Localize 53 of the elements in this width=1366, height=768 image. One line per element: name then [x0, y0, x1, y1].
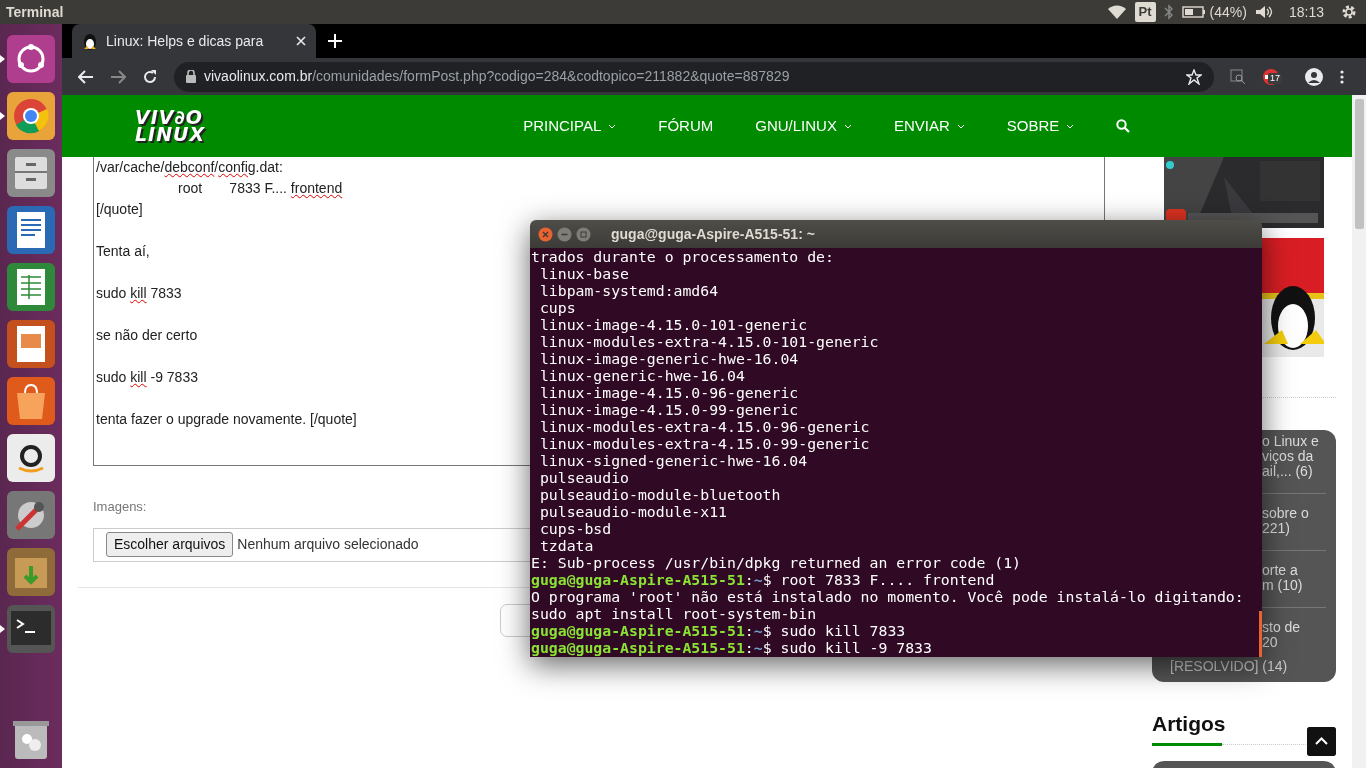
prompt-separator: : — [744, 639, 754, 656]
text-line: sudo kill -9 7833 — [96, 368, 198, 387]
output-line: linux-generic-hwe-16.04 — [538, 367, 745, 384]
command-text: sudo kill 7833 — [779, 622, 906, 639]
output-line: linux-modules-extra-4.15.0-99-generic — [538, 435, 870, 452]
output-line: linux-image-4.15.0-96-generic — [538, 384, 799, 401]
output-line: pulseaudio-module-bluetooth — [538, 486, 781, 503]
text-line: /var/cache/debconf/config.dat: — [96, 158, 283, 177]
command-text: sudo kill -9 7833 — [779, 639, 932, 656]
output-line: cups — [538, 299, 576, 316]
field-label: Imagens: — [93, 498, 147, 516]
output-line: sudo apt install root-system-bin — [531, 605, 817, 622]
prompt-separator: : — [744, 571, 754, 588]
prompt-separator: : — [744, 622, 754, 639]
prompt-user: guga@guga-Aspire-A515-51 — [531, 622, 745, 639]
output-line: pulseaudio — [538, 469, 629, 486]
prompt-path: ~ — [753, 639, 763, 656]
app-title: Terminal — [5, 2, 64, 22]
prompt-user: guga@guga-Aspire-A515-51 — [531, 639, 745, 656]
file-status: Nenhum arquivo selecionado — [237, 535, 419, 554]
output-line: linux-base — [538, 265, 629, 282]
prompt-sign: $ — [762, 639, 772, 656]
output-line: cups-bsd — [538, 520, 612, 537]
output-line: libpam-systemd:amd64 — [538, 282, 719, 299]
text-line: sudo kill 7833 — [96, 284, 182, 303]
prompt-path: ~ — [753, 622, 763, 639]
battery-percentage: (44%) — [1209, 2, 1247, 22]
text-line: root 7833 F.... frontend — [177, 179, 343, 198]
output-line: linux-image-4.15.0-101-generic — [538, 316, 808, 333]
text-line: [/quote] — [96, 200, 143, 219]
prompt-path: ~ — [753, 571, 763, 588]
text-line: tenta fazer o upgrade novamente. [/quote] — [96, 410, 357, 429]
output-line: E: Sub-process /usr/bin/dpkg returned an error code (1) — [531, 554, 1021, 571]
text-line: se não der certo — [96, 326, 198, 345]
url-text: vivaolinux.com.br/comunidades/formPost.php?codigo=284&codtopico=211882&quote=887829 — [204, 67, 790, 86]
extension-badge: 17 — [1268, 72, 1282, 84]
output-line: pulseaudio-module-x11 — [538, 503, 727, 520]
output-line: O programa 'root' não está instalado no momento. Você pode instalá-lo digitando: — [531, 588, 1244, 605]
output-line: linux-signed-generic-hwe-16.04 — [538, 452, 808, 469]
output-line: linux-image-generic-hwe-16.04 — [538, 350, 799, 367]
output-line: linux-modules-extra-4.15.0-101-generic — [538, 333, 879, 350]
output-line: tzdata — [538, 537, 594, 554]
command-text: root 7833 F.... frontend — [779, 571, 995, 588]
output-line: linux-modules-extra-4.15.0-96-generic — [538, 418, 870, 435]
prompt-sign: $ — [762, 622, 772, 639]
prompt-user: guga@guga-Aspire-A515-51 — [531, 571, 745, 588]
prompt-sign: $ — [762, 571, 772, 588]
window-title: guga@guga-Aspire-A515-51: ~ — [611, 224, 815, 244]
output-line: trados durante o processamento de: — [531, 248, 834, 265]
section-title: Artigos — [1152, 711, 1226, 737]
output-line: linux-image-4.15.0-99-generic — [538, 401, 799, 418]
tab-title: Linux: Helps e dicas para — [106, 31, 265, 51]
text-line: Tenta aí, — [96, 242, 150, 261]
